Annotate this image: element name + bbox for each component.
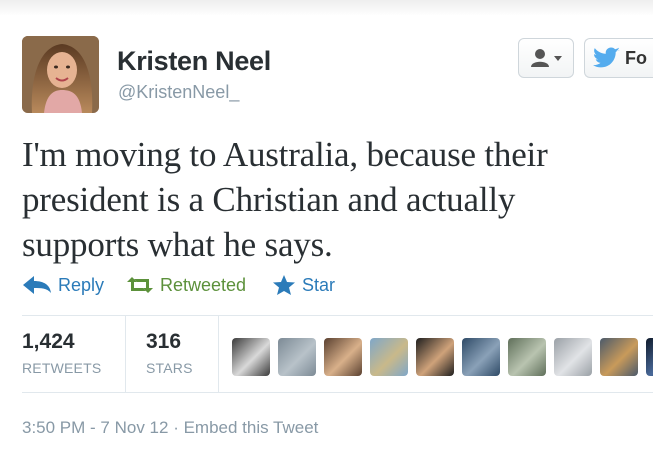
user-dropdown-icon (531, 49, 562, 67)
retweeted-action[interactable]: Retweeted (126, 272, 246, 298)
retweets-count: 1,424 (22, 330, 75, 353)
avatar-8[interactable] (554, 338, 592, 376)
stars-label: STARS (146, 360, 193, 376)
retweet-icon (127, 277, 153, 293)
reply-label: Reply (58, 274, 105, 295)
tweet-text-line: supports what he says. (22, 225, 333, 264)
reply-arrow-icon (23, 276, 51, 294)
tweet-stats: 1,424 RETWEETS 316 STARS (22, 315, 653, 393)
avatar-10[interactable] (646, 338, 653, 376)
tweet-text: I'm moving to Australia, because their p… (22, 132, 642, 267)
footer-separator: · (168, 418, 184, 437)
retweets-label: RETWEETS (22, 360, 102, 376)
embed-tweet-link[interactable]: Embed this Tweet (184, 418, 319, 437)
avatar-photo (22, 36, 99, 113)
follow-button[interactable]: Fo (584, 38, 653, 78)
stars-stat[interactable]: 316 STARS (146, 330, 193, 376)
avatar-4[interactable] (370, 338, 408, 376)
avatar-9[interactable] (600, 338, 638, 376)
avatar-7[interactable] (508, 338, 546, 376)
avatar-1[interactable] (232, 338, 270, 376)
stat-divider (125, 316, 126, 392)
star-action[interactable]: Star (272, 272, 335, 298)
tweet-timestamp[interactable]: 3:50 PM - 7 Nov 12 (22, 418, 168, 437)
retweeted-label: Retweeted (160, 274, 247, 295)
user-dropdown-button[interactable] (518, 38, 574, 78)
top-edge-shade (0, 0, 653, 16)
star-label: Star (302, 274, 336, 295)
tweet-header: Kristen Neel @KristenNeel_ Fo (22, 36, 653, 116)
tweet-text-line: I'm moving to Australia, because their (22, 135, 548, 174)
star-icon (273, 275, 295, 295)
follow-button-label: Fo (625, 48, 647, 68)
retweets-stat[interactable]: 1,424 RETWEETS (22, 330, 101, 376)
user-full-name[interactable]: Kristen Neel (117, 46, 271, 77)
avatar-5[interactable] (416, 338, 454, 376)
twitter-bird-icon (593, 47, 620, 68)
tweet-actions: Reply Retweeted Star (22, 272, 522, 298)
avatar-2[interactable] (278, 338, 316, 376)
tweet-text-line: president is a Christian and actually (22, 180, 516, 219)
avatar-3[interactable] (324, 338, 362, 376)
tweet-footer: 3:50 PM - 7 Nov 12 · Embed this Tweet (22, 418, 318, 438)
avatar[interactable] (22, 36, 99, 113)
stars-count: 316 (146, 330, 182, 353)
reply-action[interactable]: Reply (22, 272, 104, 298)
user-screen-name[interactable]: @KristenNeel_ (118, 82, 239, 103)
stat-divider (218, 316, 219, 392)
favoriter-avatars (232, 338, 653, 376)
avatar-6[interactable] (462, 338, 500, 376)
